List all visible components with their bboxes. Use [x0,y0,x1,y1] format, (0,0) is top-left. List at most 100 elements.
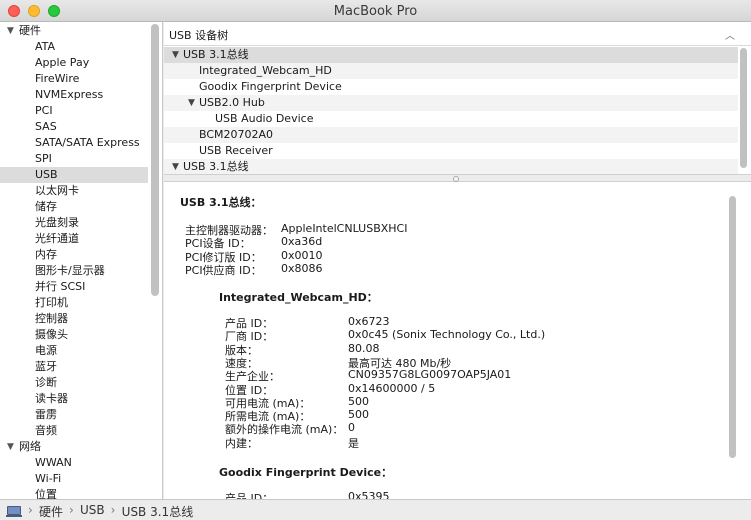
property-value: 0x8086 [281,261,323,275]
detail-scrollbar[interactable] [729,196,736,458]
sidebar-item-label: SATA/SATA Express [35,136,140,149]
tree-row[interactable]: Integrated_Webcam_HD [164,63,738,79]
sidebar-item[interactable]: 位置 [0,487,148,499]
breadcrumb-item[interactable]: 硬件 [39,503,63,520]
property-value: 0x0c45 (Sonix Technology Co., Ltd.) [348,328,546,342]
property-value: 80.08 [348,341,380,355]
sidebar-item[interactable]: 音频 [0,423,148,439]
disclosure-triangle-icon[interactable]: ▼ [172,159,179,174]
sidebar-item-label: 储存 [35,200,57,213]
chevron-up-icon[interactable]: ︿ [725,27,735,42]
sidebar-item[interactable]: 图形卡/显示器 [0,263,148,279]
sidebar-category[interactable]: ▼ 网络 [0,439,148,455]
tree-row-label: USB Receiver [199,144,273,157]
tree-row[interactable]: BCM20702A0 [164,127,738,143]
sidebar-item[interactable]: 并行 SCSI [0,279,148,295]
property-value: 0x0010 [281,248,323,262]
sidebar-category-label: 网络 [19,440,41,453]
property-value: 是 [348,436,359,450]
property-label: PCI供应商 ID： [185,263,262,277]
tree-row[interactable]: ▼ USB 3.1总线 [164,47,738,63]
sidebar-item-label: ATA [35,40,56,53]
sidebar-item-label: 音频 [35,424,57,437]
disclosure-triangle-icon[interactable]: ▼ [7,439,14,455]
sidebar-item[interactable]: ATA [0,39,148,55]
sidebar-item[interactable]: 控制器 [0,311,148,327]
sidebar-item-label: 光盘刻录 [35,216,79,229]
sidebar-item-label: 内存 [35,248,57,261]
tree-scrollbar[interactable] [740,48,747,168]
status-bar: › 硬件 › USB › USB 3.1总线 [0,499,751,520]
sidebar-item[interactable]: 内存 [0,247,148,263]
tree-row[interactable]: USB Audio Device [164,111,738,127]
sidebar-item-label: USB [35,168,58,181]
sidebar-item-label: 图形卡/显示器 [35,264,105,277]
sidebar-item[interactable]: SPI [0,151,148,167]
breadcrumb-separator-icon: › [28,503,33,517]
property-value: 0x14600000 / 5 [348,381,436,395]
property-value: CN09357G8LG0097OAP5JA01 [348,368,512,382]
sidebar-scrollbar[interactable] [151,24,159,296]
sidebar-item[interactable]: 读卡器 [0,391,148,407]
breadcrumb-separator-icon: › [69,503,74,517]
sidebar-item-label: SAS [35,120,57,133]
detail-title: USB 3.1总线： [180,196,262,209]
sidebar-item[interactable]: Wi-Fi [0,471,148,487]
sidebar-item-label: 位置 [35,488,57,499]
property-label: 产品 ID： [225,492,274,499]
sidebar-item[interactable]: 电源 [0,343,148,359]
disclosure-triangle-icon[interactable]: ▼ [7,23,14,39]
sidebar-item[interactable]: PCI [0,103,148,119]
sidebar-item[interactable]: 光纤通道 [0,231,148,247]
breadcrumb-item[interactable]: USB 3.1总线 [122,503,194,520]
sidebar-item-label: 雷雳 [35,408,57,421]
sidebar-item[interactable]: 诊断 [0,375,148,391]
sidebar-item[interactable]: NVMExpress [0,87,148,103]
sidebar-item-label: 蓝牙 [35,360,57,373]
sidebar-item-label: Wi-Fi [35,472,62,485]
tree-row-label: USB Audio Device [215,112,314,125]
detail-pane: USB 3.1总线： 主控制器驱动器： AppleIntelCNLUSBXHCI PC… [164,182,751,499]
sidebar-item[interactable]: 蓝牙 [0,359,148,375]
sidebar-item[interactable]: USB [0,167,148,183]
property-value: 0x6723 [348,315,390,328]
sidebar-item-label: 光纤通道 [35,232,79,245]
sidebar-item[interactable]: WWAN [0,455,148,471]
sidebar-item[interactable]: 摄像头 [0,327,148,343]
property-value: 0x5395 [348,490,390,499]
sidebar-item[interactable]: SATA/SATA Express [0,135,148,151]
sidebar-item-label: NVMExpress [35,88,104,101]
tree-row-label: Goodix Fingerprint Device [199,80,342,93]
tree-row-label: USB 3.1总线 [183,160,249,173]
pane-splitter[interactable] [164,174,751,182]
sidebar-item[interactable]: 打印机 [0,295,148,311]
sidebar-item-label: 以太网卡 [35,184,79,197]
sidebar-item[interactable]: 以太网卡 [0,183,148,199]
breadcrumb-item[interactable]: USB [80,503,105,517]
sidebar-category[interactable]: ▼ 硬件 [0,23,148,39]
tree-row[interactable]: ▼ USB2.0 Hub [164,95,738,111]
sidebar-item-label: 并行 SCSI [35,280,86,293]
tree-header: USB 设备树 ︿ [164,22,751,46]
disclosure-triangle-icon[interactable]: ▼ [188,95,195,111]
window-title: MacBook Pro [333,4,418,19]
property-label: 内建： [225,436,258,450]
tree-row-label: USB2.0 Hub [199,96,265,109]
tree-row[interactable]: Goodix Fingerprint Device [164,79,738,95]
sidebar-item[interactable]: FireWire [0,71,148,87]
sidebar-item[interactable]: 雷雳 [0,407,148,423]
sidebar-item[interactable]: 光盘刻录 [0,215,148,231]
sidebar-item-label: 控制器 [35,312,68,325]
tree-row[interactable]: ▼ USB 3.1总线 [164,159,738,174]
sidebar: ▼ 硬件 ATA Apple Pay FireWire NVMExpress PCI SAS S… [0,22,163,499]
sidebar-item[interactable]: Apple Pay [0,55,148,71]
usb-device-tree: USB 设备树 ︿ ▼ USB 3.1总线 Integrated_Webcam_HD… [164,22,751,174]
disclosure-triangle-icon[interactable]: ▼ [172,47,179,63]
sidebar-item[interactable]: 储存 [0,199,148,215]
tree-row[interactable]: USB Receiver [164,143,738,159]
device-title: Goodix Fingerprint Device： [219,466,393,479]
sidebar-item-label: 读卡器 [35,392,68,405]
sidebar-item[interactable]: SAS [0,119,148,135]
laptop-icon [6,506,22,517]
tree-row-label: BCM20702A0 [199,128,274,141]
